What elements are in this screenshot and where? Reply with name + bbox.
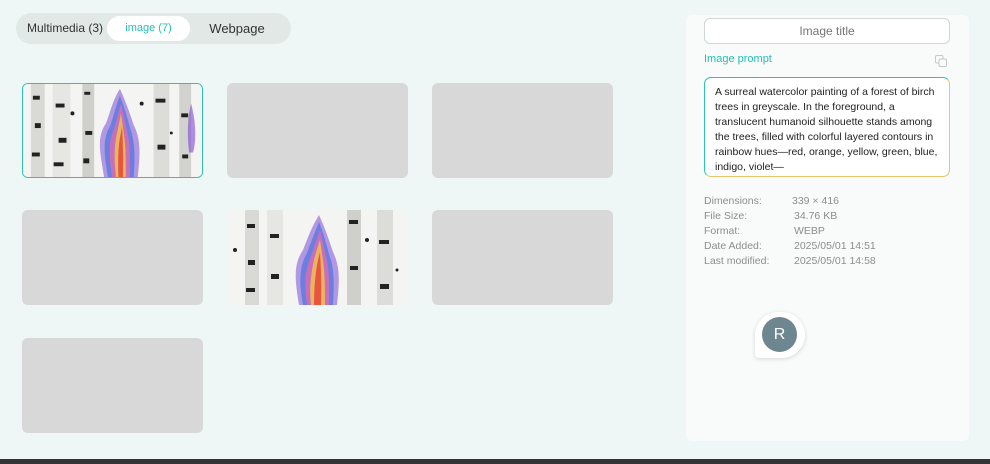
metadata-row: Dimensions: 339 × 416	[704, 195, 904, 210]
image-thumbnail-1[interactable]	[22, 83, 203, 178]
image-prompt-textarea[interactable]: A surreal watercolor painting of a fores…	[704, 77, 950, 177]
image-metadata: Dimensions: 339 × 416 File Size: 34.76 K…	[704, 195, 904, 270]
image-title-input[interactable]	[704, 18, 950, 44]
image-thumbnail-3[interactable]	[432, 83, 613, 178]
metadata-value: 339 × 416	[792, 195, 840, 207]
tab-multimedia[interactable]: Multimedia (3)	[22, 16, 108, 41]
birch-forest-painting	[23, 84, 202, 177]
tab-image[interactable]: image (7)	[107, 16, 190, 41]
bottom-edge-bar	[0, 459, 990, 464]
birch-forest-painting	[227, 210, 408, 305]
metadata-value: 34.76 KB	[794, 210, 838, 222]
metadata-value: 2025/05/01 14:58	[794, 255, 876, 267]
copy-icon[interactable]	[934, 54, 948, 68]
metadata-key: Dimensions:	[704, 195, 762, 207]
image-thumbnail-5[interactable]	[227, 210, 408, 305]
metadata-value: WEBP	[794, 225, 825, 237]
metadata-key: Format:	[704, 225, 741, 237]
image-details-panel: Image prompt A surreal watercolor painti…	[686, 15, 969, 441]
image-thumbnail-4[interactable]	[22, 210, 203, 305]
metadata-row: Date Added: 2025/05/01 14:51	[704, 240, 904, 255]
media-type-tabs: Multimedia (3) image (7) Webpage	[16, 13, 291, 44]
image-prompt-label: Image prompt	[704, 53, 772, 65]
metadata-key: Date Added:	[704, 240, 762, 252]
image-thumbnail-7[interactable]	[22, 338, 203, 433]
metadata-row: Format: WEBP	[704, 225, 904, 240]
user-avatar-button[interactable]: R	[755, 312, 805, 358]
tab-webpage[interactable]: Webpage	[202, 16, 272, 41]
metadata-value: 2025/05/01 14:51	[794, 240, 876, 252]
metadata-row: Last modified: 2025/05/01 14:58	[704, 255, 904, 270]
metadata-key: Last modified:	[704, 255, 770, 267]
metadata-row: File Size: 34.76 KB	[704, 210, 904, 225]
avatar: R	[762, 317, 797, 352]
metadata-key: File Size:	[704, 210, 748, 222]
image-thumbnail-6[interactable]	[432, 210, 613, 305]
image-thumbnail-2[interactable]	[227, 83, 408, 178]
